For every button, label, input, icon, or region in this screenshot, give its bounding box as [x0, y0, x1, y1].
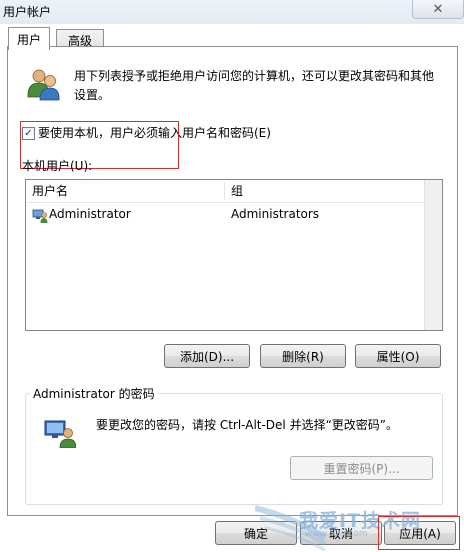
apply-button[interactable]: 应用(A) [384, 521, 456, 545]
password-group-title: Administrator 的密码 [30, 385, 158, 402]
password-groupbox: 要更改您的密码，请按 Ctrl-Alt-Del 并选择“更改密码”。 重置密码(… [25, 393, 443, 505]
require-login-label[interactable]: 要使用本机，用户必须输入用户名和密码(E) [38, 124, 271, 141]
reset-password-button-label: 重置密码(P)... [323, 461, 400, 476]
user-accounts-dialog: 用户帐户 ✕ 用户 高级 用下列表授予或拒绝用户访问您的计算机，还可以更改其密码… [0, 0, 464, 552]
user-computer-icon [32, 207, 48, 223]
intro-text: 用下列表授予或拒绝用户访问您的计算机，还可以更改其密码和其他设置。 [74, 69, 435, 102]
remove-user-button[interactable]: 删除(R) [260, 344, 346, 368]
add-user-button[interactable]: 添加(D)... [164, 344, 250, 368]
tab-users[interactable]: 用户 [8, 27, 50, 50]
list-scrollbar[interactable] [424, 180, 442, 330]
users-icon [26, 67, 60, 104]
title-bar: 用户帐户 ✕ [0, 0, 464, 24]
properties-button[interactable]: 属性(O) [355, 344, 441, 368]
user-name-cell: Administrator [49, 207, 131, 221]
user-password-icon [44, 418, 77, 451]
users-tab-panel: 用下列表授予或拒绝用户访问您的计算机，还可以更改其密码和其他设置。 ✓ 要使用本… [7, 46, 458, 516]
close-icon: ✕ [432, 1, 444, 17]
table-row[interactable]: Administrator Administrators [26, 203, 424, 225]
apply-button-label: 应用(A) [399, 526, 441, 541]
password-instructions: 要更改您的密码，请按 Ctrl-Alt-Del 并选择“更改密码”。 [96, 418, 399, 432]
user-group-cell: Administrators [231, 207, 320, 221]
properties-button-label: 属性(O) [376, 349, 420, 364]
column-header-group[interactable]: 组 [225, 180, 424, 202]
require-login-checkbox[interactable]: ✓ [22, 127, 35, 140]
column-header-username[interactable]: 用户名 [26, 180, 224, 202]
add-user-button-label: 添加(D)... [179, 349, 235, 364]
cancel-button[interactable]: 取消 [300, 521, 382, 545]
close-button[interactable]: ✕ [412, 0, 464, 19]
user-list[interactable]: 用户名 组 Administrator Administrators [25, 179, 443, 331]
reset-password-button[interactable]: 重置密码(P)... [290, 456, 433, 480]
local-users-label: 本机用户(U): [22, 159, 93, 173]
remove-user-button-label: 删除(R) [282, 349, 324, 364]
ok-button[interactable]: 确定 [215, 521, 297, 545]
ok-button-label: 确定 [243, 526, 268, 541]
tab-users-label: 用户 [16, 32, 41, 47]
window-title: 用户帐户 [3, 5, 52, 19]
list-header: 用户名 组 [26, 180, 424, 203]
cancel-button-label: 取消 [328, 526, 353, 541]
